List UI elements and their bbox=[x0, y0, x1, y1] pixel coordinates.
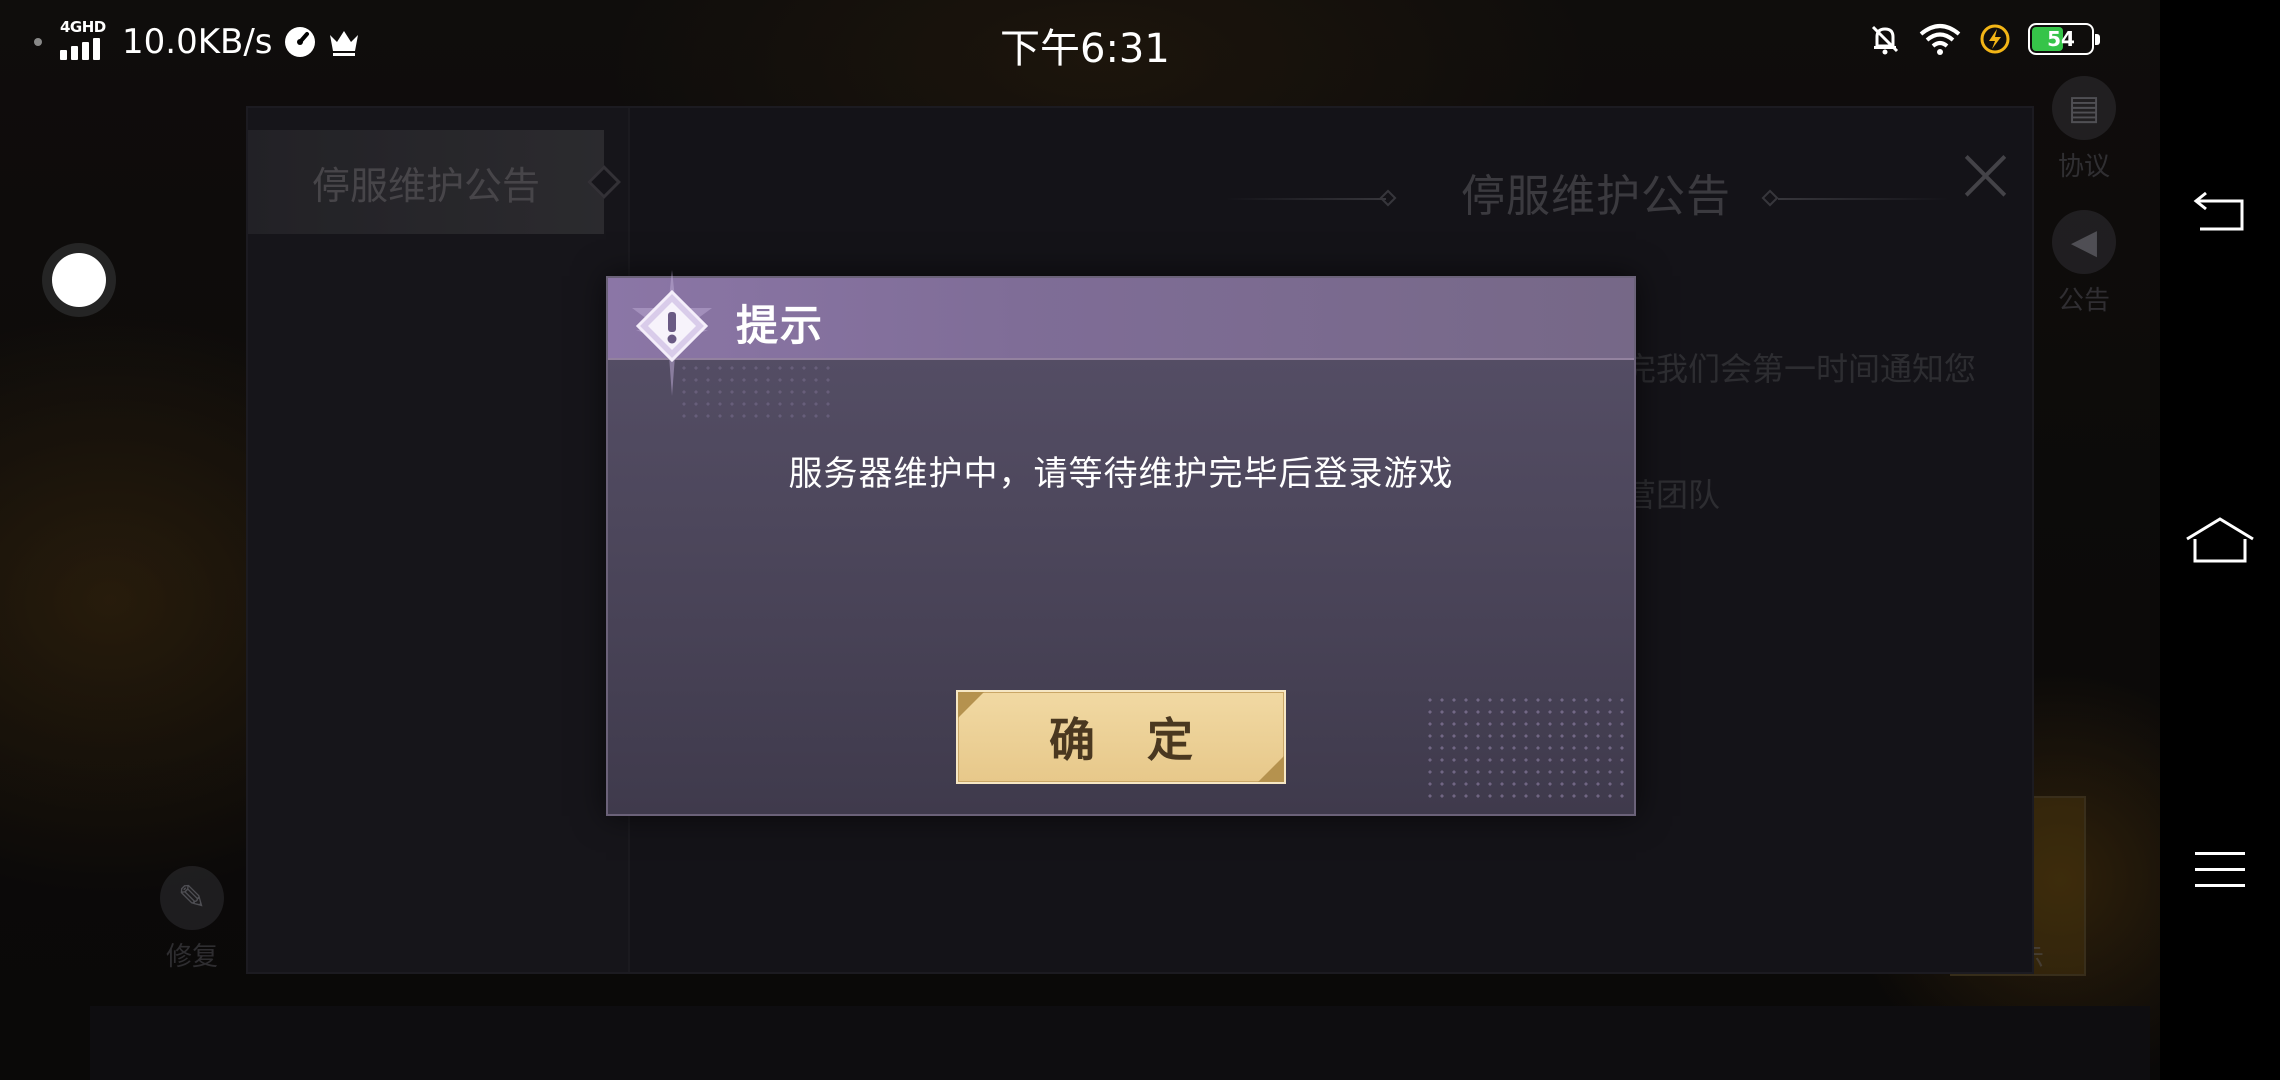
floating-ball-inner bbox=[52, 253, 106, 307]
dialog-title: 提示 bbox=[736, 301, 825, 350]
network-speed: 10.0KB/s bbox=[122, 22, 273, 62]
clock: 下午6:31 bbox=[1000, 26, 1170, 72]
network-type: 4GHD bbox=[60, 18, 106, 36]
dot-pattern-decoration bbox=[1424, 694, 1624, 804]
charging-bolt-icon bbox=[1978, 22, 2012, 56]
status-left-group: 4GHD 10.0KB/s bbox=[34, 18, 361, 66]
floating-assistant-ball[interactable] bbox=[42, 243, 116, 317]
menu-icon[interactable] bbox=[2180, 830, 2260, 910]
battery-level: 54 bbox=[2047, 27, 2075, 51]
confirm-button[interactable]: 确 定 bbox=[956, 690, 1286, 784]
speedometer-icon bbox=[283, 25, 317, 59]
home-icon[interactable] bbox=[2180, 500, 2260, 580]
maintenance-dialog: 提示 服务器维护中，请等待维护完毕后登录游戏 确 定 bbox=[606, 270, 1636, 816]
confirm-button-label: 确 定 bbox=[1048, 713, 1211, 767]
back-icon[interactable] bbox=[2180, 170, 2260, 250]
signal-icon: 4GHD bbox=[58, 18, 108, 64]
dialog-message: 服务器维护中，请等待维护完毕后登录游戏 bbox=[788, 454, 1454, 494]
wifi-icon bbox=[1918, 22, 1962, 56]
dialog-header: 提示 bbox=[608, 270, 1634, 396]
navigation-bar bbox=[2160, 0, 2280, 1080]
status-bar: 4GHD 10.0KB/s 下午6:31 54 bbox=[0, 0, 2160, 84]
bell-muted-icon bbox=[1868, 22, 1902, 56]
phone-screen: ▤ 协议 ◀ 公告 ✎ 修复 提示 停服维护公告 停服维护公告 × bbox=[0, 0, 2280, 1080]
status-right-group: 54 bbox=[1868, 22, 2100, 56]
battery-icon: 54 bbox=[2028, 23, 2100, 55]
warning-icon bbox=[632, 270, 712, 396]
indicator-dot bbox=[34, 38, 42, 46]
crown-icon bbox=[327, 25, 361, 59]
